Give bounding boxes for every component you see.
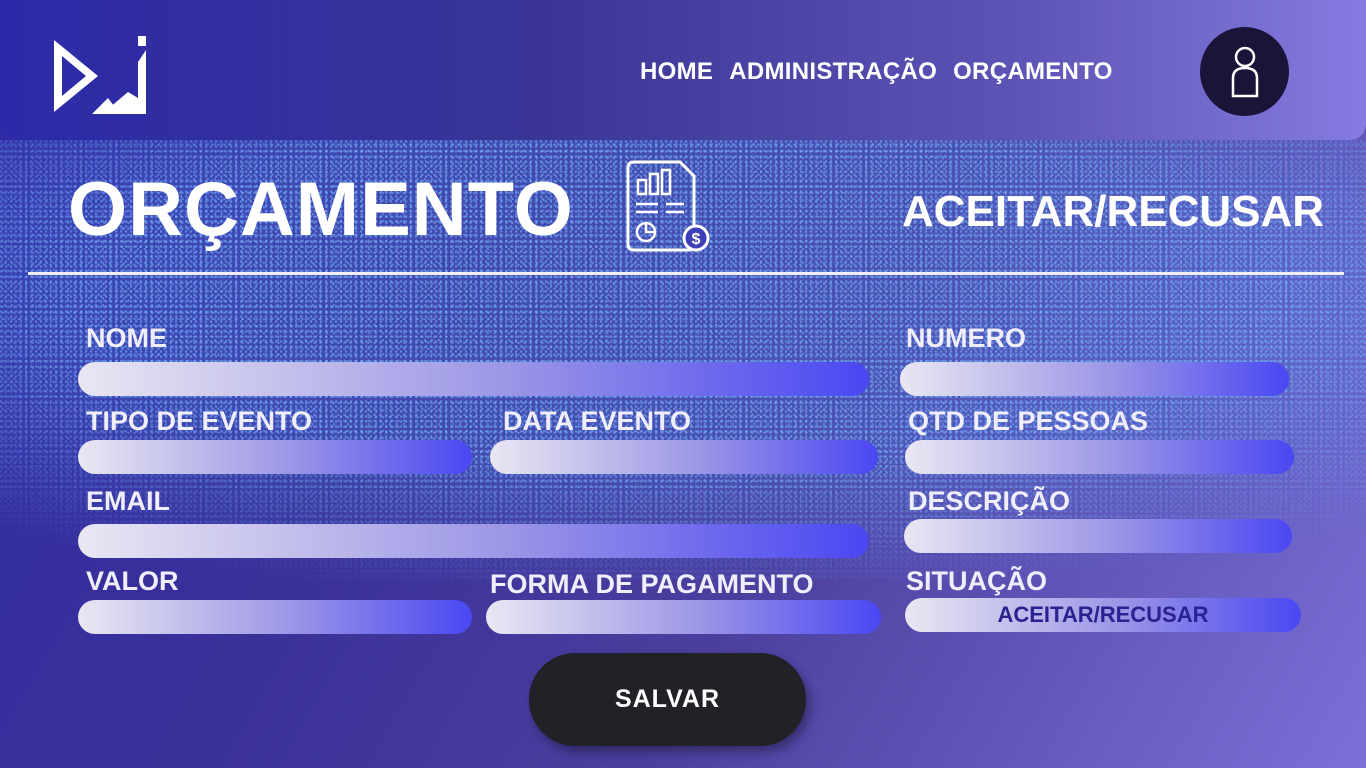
email-label: EMAIL xyxy=(86,486,170,516)
nome-label: NOME xyxy=(86,323,167,353)
top-navigation-bar: HOME ADMINISTRAÇÃO ORÇAMENTO xyxy=(0,0,1366,140)
forma-pagamento-input[interactable] xyxy=(486,600,881,634)
user-avatar-button[interactable] xyxy=(1200,27,1289,116)
user-avatar-icon xyxy=(1231,46,1258,97)
nav-admin-link[interactable]: ADMINISTRAÇÃO xyxy=(729,58,937,86)
tipo-evento-input[interactable] xyxy=(78,440,472,474)
main-nav: HOME ADMINISTRAÇÃO ORÇAMENTO xyxy=(640,58,1113,86)
numero-label: NUMERO xyxy=(906,323,1026,353)
email-input[interactable] xyxy=(78,524,869,558)
qtd-pessoas-label: QTD DE PESSOAS xyxy=(908,406,1149,436)
tipo-evento-label: TIPO DE EVENTO xyxy=(86,406,313,436)
nav-budget-link[interactable]: ORÇAMENTO xyxy=(953,58,1113,86)
qtd-pessoas-input[interactable] xyxy=(905,440,1294,474)
accept-refuse-heading[interactable]: ACEITAR/RECUSAR xyxy=(902,190,1324,234)
nav-home-link[interactable]: HOME xyxy=(640,58,713,86)
situacao-accept-refuse-select[interactable]: ACEITAR/RECUSAR xyxy=(905,598,1301,632)
descricao-label: DESCRIÇÃO xyxy=(908,486,1071,516)
valor-input[interactable] xyxy=(78,600,472,634)
page-title: ORÇAMENTO xyxy=(68,167,574,252)
nome-input[interactable] xyxy=(78,362,869,396)
forma-pagamento-label: FORMA DE PAGAMENTO xyxy=(490,569,814,599)
data-evento-label: DATA EVENTO xyxy=(503,406,692,436)
save-button[interactable]: SALVAR xyxy=(529,653,806,746)
valor-label: VALOR xyxy=(86,566,179,596)
svg-text:$: $ xyxy=(692,231,701,248)
situacao-label: SITUAÇÃO xyxy=(906,566,1047,596)
data-evento-input[interactable] xyxy=(490,440,878,474)
title-divider xyxy=(28,272,1344,275)
brand-logo-icon[interactable] xyxy=(48,32,150,122)
budget-document-icon: $ xyxy=(626,160,710,252)
descricao-input[interactable] xyxy=(904,519,1292,553)
numero-input[interactable] xyxy=(900,362,1289,396)
